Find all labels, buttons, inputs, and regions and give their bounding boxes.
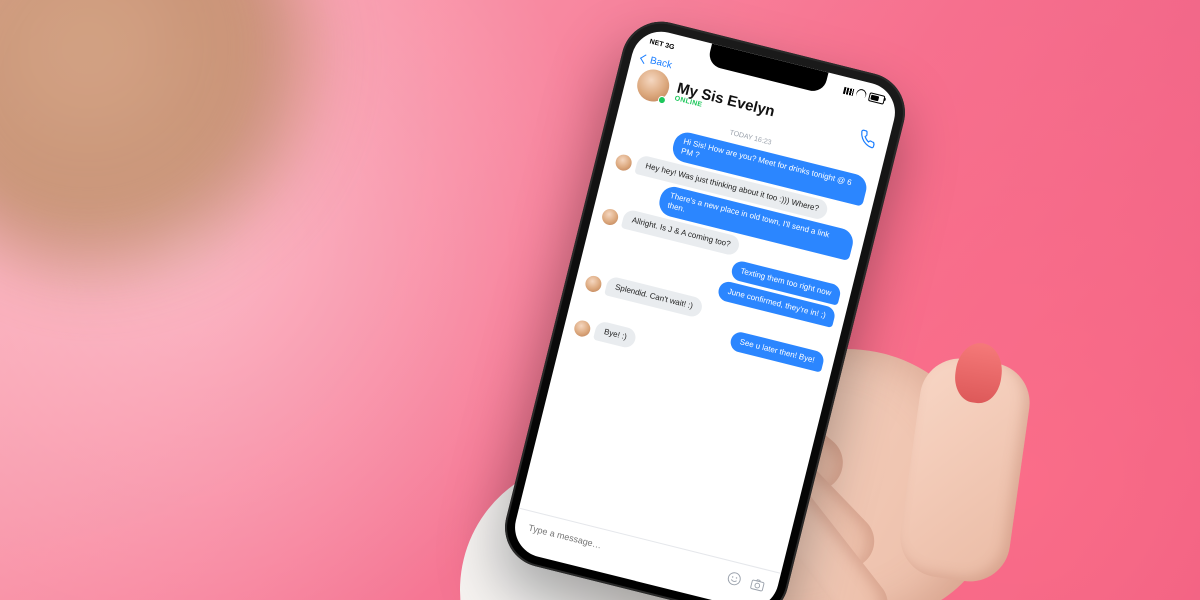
hair-blur (0, 0, 340, 300)
smile-icon[interactable] (725, 569, 744, 588)
call-button[interactable] (857, 128, 879, 150)
signal-icon (843, 86, 854, 95)
phone-body: NET 3G 14:40 Back (497, 13, 914, 600)
avatar (573, 319, 592, 338)
scene-background: NET 3G 14:40 Back (0, 0, 1200, 600)
thumb (895, 353, 1035, 586)
phone: NET 3G 14:40 Back (497, 13, 914, 600)
avatar (584, 274, 603, 293)
carrier-label: NET 3G (649, 38, 675, 51)
nail (952, 340, 1006, 406)
message-thread[interactable]: TODAY 16:23 Hi Sis! How are you? Meet fo… (519, 100, 883, 573)
online-dot-icon (657, 95, 667, 105)
avatar (600, 207, 619, 226)
wifi-icon (854, 87, 868, 101)
battery-icon (868, 92, 886, 105)
phone-screen: NET 3G 14:40 Back (509, 25, 902, 600)
avatar (614, 153, 633, 172)
avatar[interactable] (634, 66, 673, 105)
chevron-left-icon (640, 54, 650, 64)
camera-icon[interactable] (748, 575, 767, 594)
phone-icon (857, 128, 879, 150)
